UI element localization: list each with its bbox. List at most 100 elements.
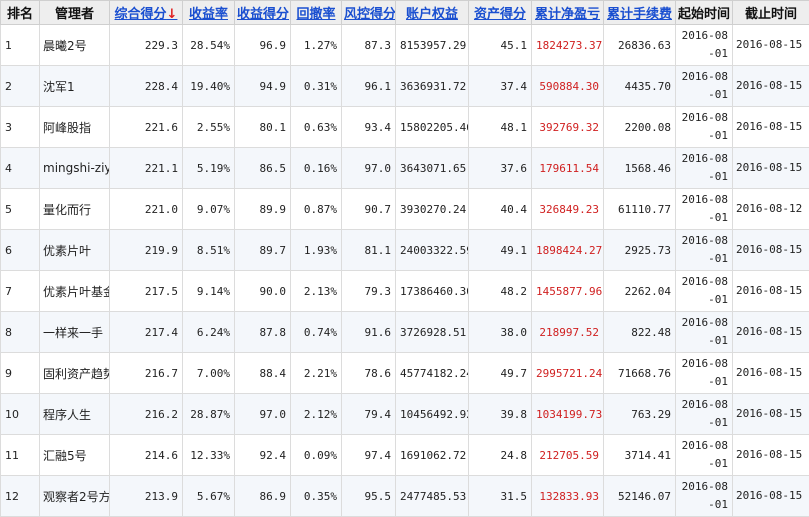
row-manager[interactable]: 优素片叶基金 bbox=[40, 271, 110, 312]
row-rank: 2 bbox=[1, 66, 40, 107]
header-equity[interactable]: 账户权益 bbox=[396, 1, 469, 25]
row-rank: 4 bbox=[1, 148, 40, 189]
row-return-score: 92.4 bbox=[235, 435, 291, 476]
row-fees: 4435.70 bbox=[604, 66, 676, 107]
row-end-time: 2016-08-15 bbox=[733, 312, 809, 353]
row-rank: 9 bbox=[1, 353, 40, 394]
row-fees: 71668.76 bbox=[604, 353, 676, 394]
row-equity: 10456492.92 bbox=[396, 394, 469, 435]
row-manager[interactable]: 程序人生 bbox=[40, 394, 110, 435]
row-manager[interactable]: 一样来一手 bbox=[40, 312, 110, 353]
row-risk-score: 78.6 bbox=[342, 353, 396, 394]
row-fees: 822.48 bbox=[604, 312, 676, 353]
header-drawdown[interactable]: 回撤率 bbox=[291, 1, 342, 25]
row-return-rate: 28.87% bbox=[183, 394, 235, 435]
ranking-table: 排名 管理者 综合得分↓ 收益率 收益得分 回撤率 风控得分 账户权益 资产得分… bbox=[0, 0, 809, 517]
row-net-pnl: 132833.93 bbox=[532, 476, 604, 517]
row-asset-score: 49.7 bbox=[469, 353, 532, 394]
row-asset-score: 48.1 bbox=[469, 107, 532, 148]
row-drawdown: 2.21% bbox=[291, 353, 342, 394]
row-equity: 3726928.51 bbox=[396, 312, 469, 353]
row-total-score: 216.7 bbox=[110, 353, 183, 394]
row-manager[interactable]: 阿峰股指 bbox=[40, 107, 110, 148]
row-drawdown: 0.09% bbox=[291, 435, 342, 476]
row-start-time: 2016-08-01 bbox=[676, 394, 733, 435]
row-total-score: 213.9 bbox=[110, 476, 183, 517]
table-row: 2沈军1228.419.40%94.90.31%96.13636931.7237… bbox=[1, 66, 809, 107]
header-rank: 排名 bbox=[1, 1, 40, 25]
row-start-time: 2016-08-01 bbox=[676, 66, 733, 107]
row-return-score: 97.0 bbox=[235, 394, 291, 435]
row-rank: 8 bbox=[1, 312, 40, 353]
row-net-pnl: 392769.32 bbox=[532, 107, 604, 148]
header-row: 排名 管理者 综合得分↓ 收益率 收益得分 回撤率 风控得分 账户权益 资产得分… bbox=[1, 1, 809, 25]
row-net-pnl: 212705.59 bbox=[532, 435, 604, 476]
row-net-pnl: 2995721.24 bbox=[532, 353, 604, 394]
row-equity: 8153957.29 bbox=[396, 25, 469, 66]
row-manager[interactable]: 汇融5号 bbox=[40, 435, 110, 476]
row-asset-score: 48.2 bbox=[469, 271, 532, 312]
table-row: 1晨曦2号229.328.54%96.91.27%87.38153957.294… bbox=[1, 25, 809, 66]
row-net-pnl: 1824273.37 bbox=[532, 25, 604, 66]
row-end-time: 2016-08-15 bbox=[733, 230, 809, 271]
header-asset-score[interactable]: 资产得分 bbox=[469, 1, 532, 25]
header-manager: 管理者 bbox=[40, 1, 110, 25]
row-return-rate: 9.14% bbox=[183, 271, 235, 312]
row-total-score: 221.1 bbox=[110, 148, 183, 189]
row-end-time: 2016-08-15 bbox=[733, 148, 809, 189]
row-return-rate: 5.67% bbox=[183, 476, 235, 517]
header-total-score-label[interactable]: 综合得分 bbox=[115, 7, 167, 22]
row-net-pnl: 179611.54 bbox=[532, 148, 604, 189]
row-manager[interactable]: 量化而行 bbox=[40, 189, 110, 230]
row-asset-score: 39.8 bbox=[469, 394, 532, 435]
row-manager[interactable]: 沈军1 bbox=[40, 66, 110, 107]
sort-desc-icon: ↓ bbox=[167, 7, 178, 22]
row-manager[interactable]: 晨曦2号 bbox=[40, 25, 110, 66]
row-asset-score: 40.4 bbox=[469, 189, 532, 230]
row-equity: 17386460.30 bbox=[396, 271, 469, 312]
table-row: 6优素片叶219.98.51%89.71.93%81.124003322.594… bbox=[1, 230, 809, 271]
header-return-score[interactable]: 收益得分 bbox=[235, 1, 291, 25]
row-total-score: 221.6 bbox=[110, 107, 183, 148]
row-total-score: 217.5 bbox=[110, 271, 183, 312]
row-risk-score: 97.0 bbox=[342, 148, 396, 189]
table-row: 7优素片叶基金217.59.14%90.02.13%79.317386460.3… bbox=[1, 271, 809, 312]
row-equity: 3930270.24 bbox=[396, 189, 469, 230]
row-risk-score: 90.7 bbox=[342, 189, 396, 230]
row-equity: 15802205.46 bbox=[396, 107, 469, 148]
row-return-score: 86.9 bbox=[235, 476, 291, 517]
row-return-score: 96.9 bbox=[235, 25, 291, 66]
row-end-time: 2016-08-15 bbox=[733, 271, 809, 312]
row-start-time: 2016-08-01 bbox=[676, 148, 733, 189]
row-manager[interactable]: 观察者2号方 bbox=[40, 476, 110, 517]
row-equity: 3643071.65 bbox=[396, 148, 469, 189]
row-drawdown: 0.87% bbox=[291, 189, 342, 230]
header-total-score[interactable]: 综合得分↓ bbox=[110, 1, 183, 25]
row-manager[interactable]: mingshi-ziy bbox=[40, 148, 110, 189]
row-end-time: 2016-08-15 bbox=[733, 66, 809, 107]
row-start-time: 2016-08-01 bbox=[676, 312, 733, 353]
row-return-rate: 9.07% bbox=[183, 189, 235, 230]
row-rank: 1 bbox=[1, 25, 40, 66]
row-fees: 1568.46 bbox=[604, 148, 676, 189]
row-risk-score: 87.3 bbox=[342, 25, 396, 66]
header-return-rate[interactable]: 收益率 bbox=[183, 1, 235, 25]
row-return-score: 89.9 bbox=[235, 189, 291, 230]
row-fees: 763.29 bbox=[604, 394, 676, 435]
row-rank: 10 bbox=[1, 394, 40, 435]
row-return-score: 89.7 bbox=[235, 230, 291, 271]
row-drawdown: 0.63% bbox=[291, 107, 342, 148]
row-start-time: 2016-08-01 bbox=[676, 230, 733, 271]
row-total-score: 214.6 bbox=[110, 435, 183, 476]
header-risk-score[interactable]: 风控得分 bbox=[342, 1, 396, 25]
row-return-rate: 2.55% bbox=[183, 107, 235, 148]
header-fees[interactable]: 累计手续费 bbox=[604, 1, 676, 25]
row-start-time: 2016-08-01 bbox=[676, 107, 733, 148]
row-manager[interactable]: 固利资产趋势 bbox=[40, 353, 110, 394]
row-total-score: 219.9 bbox=[110, 230, 183, 271]
row-fees: 52146.07 bbox=[604, 476, 676, 517]
table-row: 4mingshi-ziy221.15.19%86.50.16%97.036430… bbox=[1, 148, 809, 189]
row-return-score: 90.0 bbox=[235, 271, 291, 312]
header-net-pnl[interactable]: 累计净盈亏 bbox=[532, 1, 604, 25]
row-manager[interactable]: 优素片叶 bbox=[40, 230, 110, 271]
